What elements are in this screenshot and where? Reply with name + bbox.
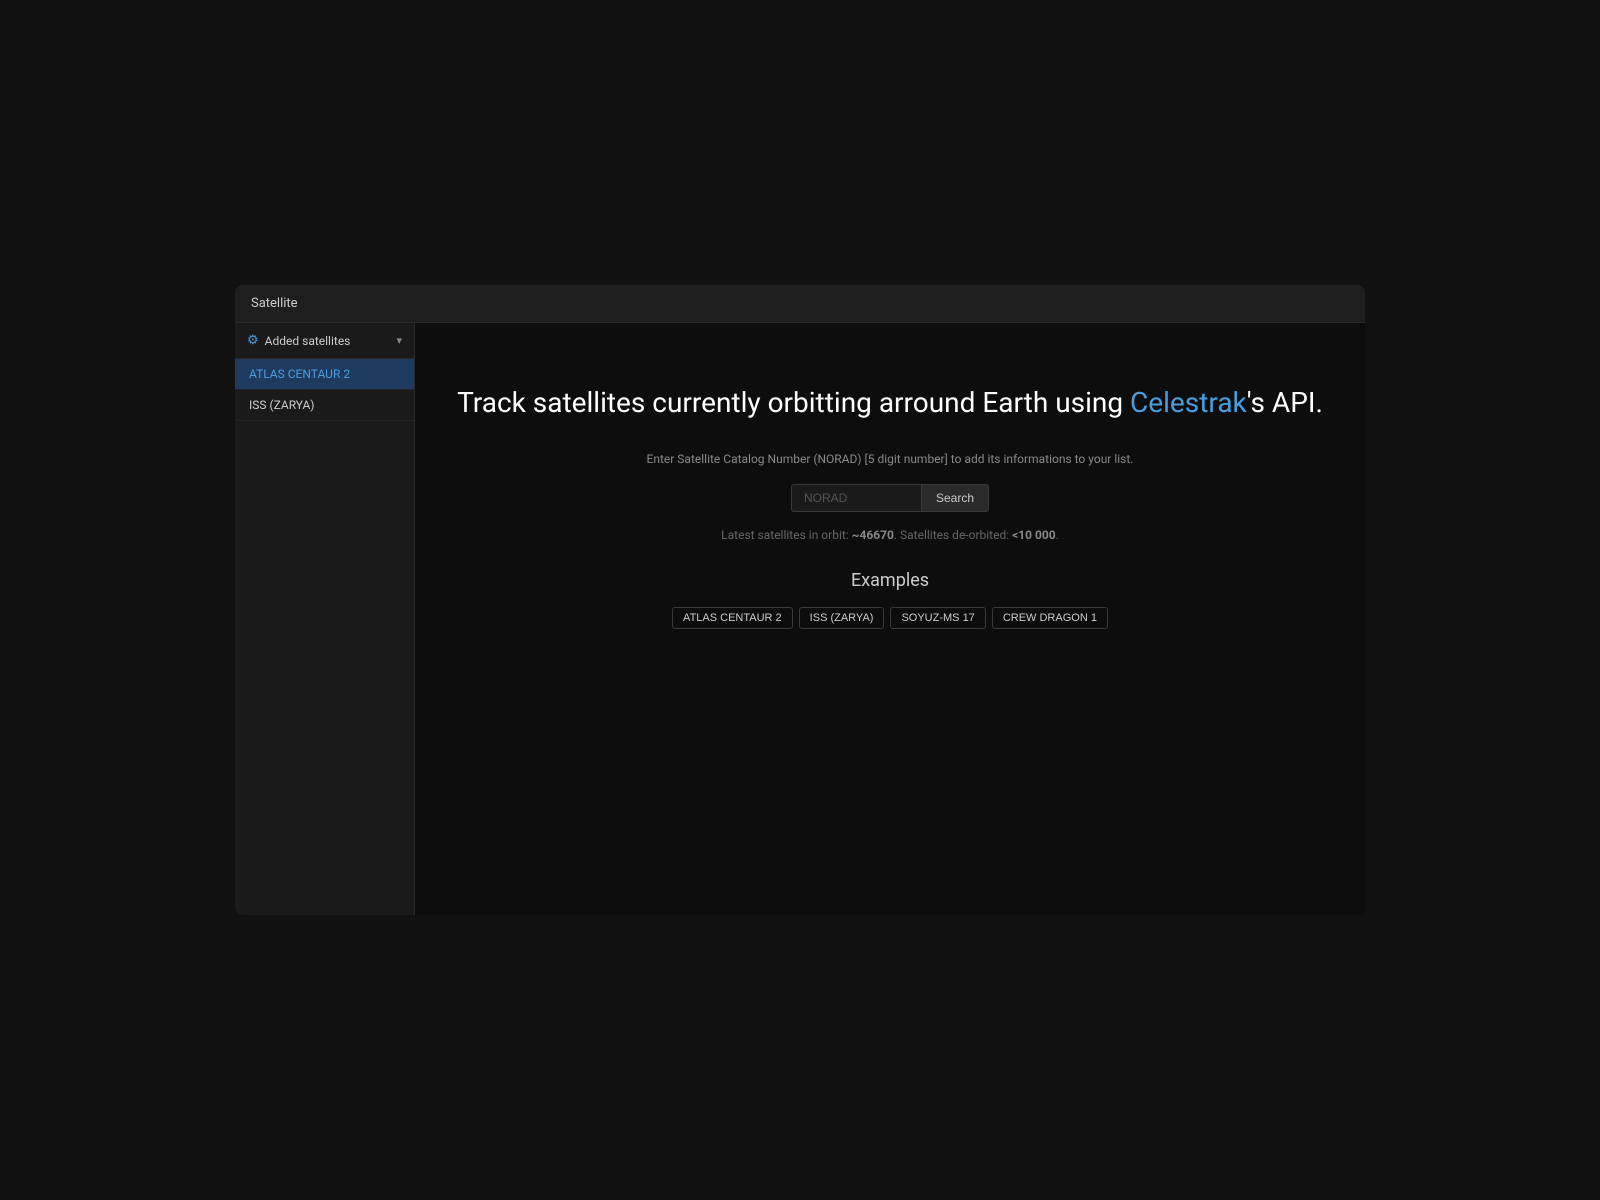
sidebar-section-label: Added satellites	[265, 334, 397, 348]
stats-text: Latest satellites in orbit: ~46670. Sate…	[721, 528, 1059, 542]
example-soyuz-ms-17[interactable]: SOYUZ-MS 17	[890, 607, 985, 629]
top-bar-title: Satellite	[251, 296, 298, 311]
chevron-down-icon: ▾	[396, 334, 402, 347]
sidebar-item-iss-zarya[interactable]: ISS (ZARYA)	[235, 390, 414, 421]
examples-title: Examples	[851, 570, 929, 591]
sidebar-item-label: ATLAS CENTAUR 2	[249, 367, 350, 381]
example-iss-zarya[interactable]: ISS (ZARYA)	[799, 607, 885, 629]
example-crew-dragon-1[interactable]: CREW DRAGON 1	[992, 607, 1108, 629]
satellites-icon: ⚙	[247, 333, 259, 348]
stats-text-start: Latest satellites in orbit:	[721, 528, 852, 542]
deorbit-count: <10 000	[1012, 528, 1056, 542]
hero-title-start: Track satellites currently orbitting arr…	[457, 386, 1130, 419]
sidebar-item-atlas-centaur-2[interactable]: ATLAS CENTAUR 2	[235, 359, 414, 390]
sidebar-added-satellites-header[interactable]: ⚙ Added satellites ▾	[235, 323, 414, 359]
top-bar: Satellite	[235, 285, 1365, 323]
search-button[interactable]: Search	[921, 484, 989, 512]
stats-text-mid: . Satellites de-orbited:	[894, 528, 1012, 542]
content-area: Track satellites currently orbitting arr…	[415, 323, 1365, 915]
orbit-count: ~46670	[852, 528, 894, 542]
main-layout: ⚙ Added satellites ▾ ATLAS CENTAUR 2 ISS…	[235, 323, 1365, 915]
sidebar-item-label: ISS (ZARYA)	[249, 398, 314, 412]
sidebar: ⚙ Added satellites ▾ ATLAS CENTAUR 2 ISS…	[235, 323, 415, 915]
hero-title-accent: Celestrak	[1130, 386, 1247, 419]
examples-row: ATLAS CENTAUR 2 ISS (ZARYA) SOYUZ-MS 17 …	[672, 607, 1108, 629]
hero-title-end: 's API.	[1247, 386, 1323, 419]
search-row: Search	[791, 484, 989, 512]
hero-title: Track satellites currently orbitting arr…	[457, 383, 1323, 422]
stats-text-end: .	[1056, 528, 1059, 542]
norad-search-input[interactable]	[791, 484, 921, 512]
example-atlas-centaur-2[interactable]: ATLAS CENTAUR 2	[672, 607, 793, 629]
app-container: Satellite ⚙ Added satellites ▾ ATLAS CEN…	[235, 285, 1365, 915]
hero-subtitle: Enter Satellite Catalog Number (NORAD) […	[647, 452, 1134, 466]
